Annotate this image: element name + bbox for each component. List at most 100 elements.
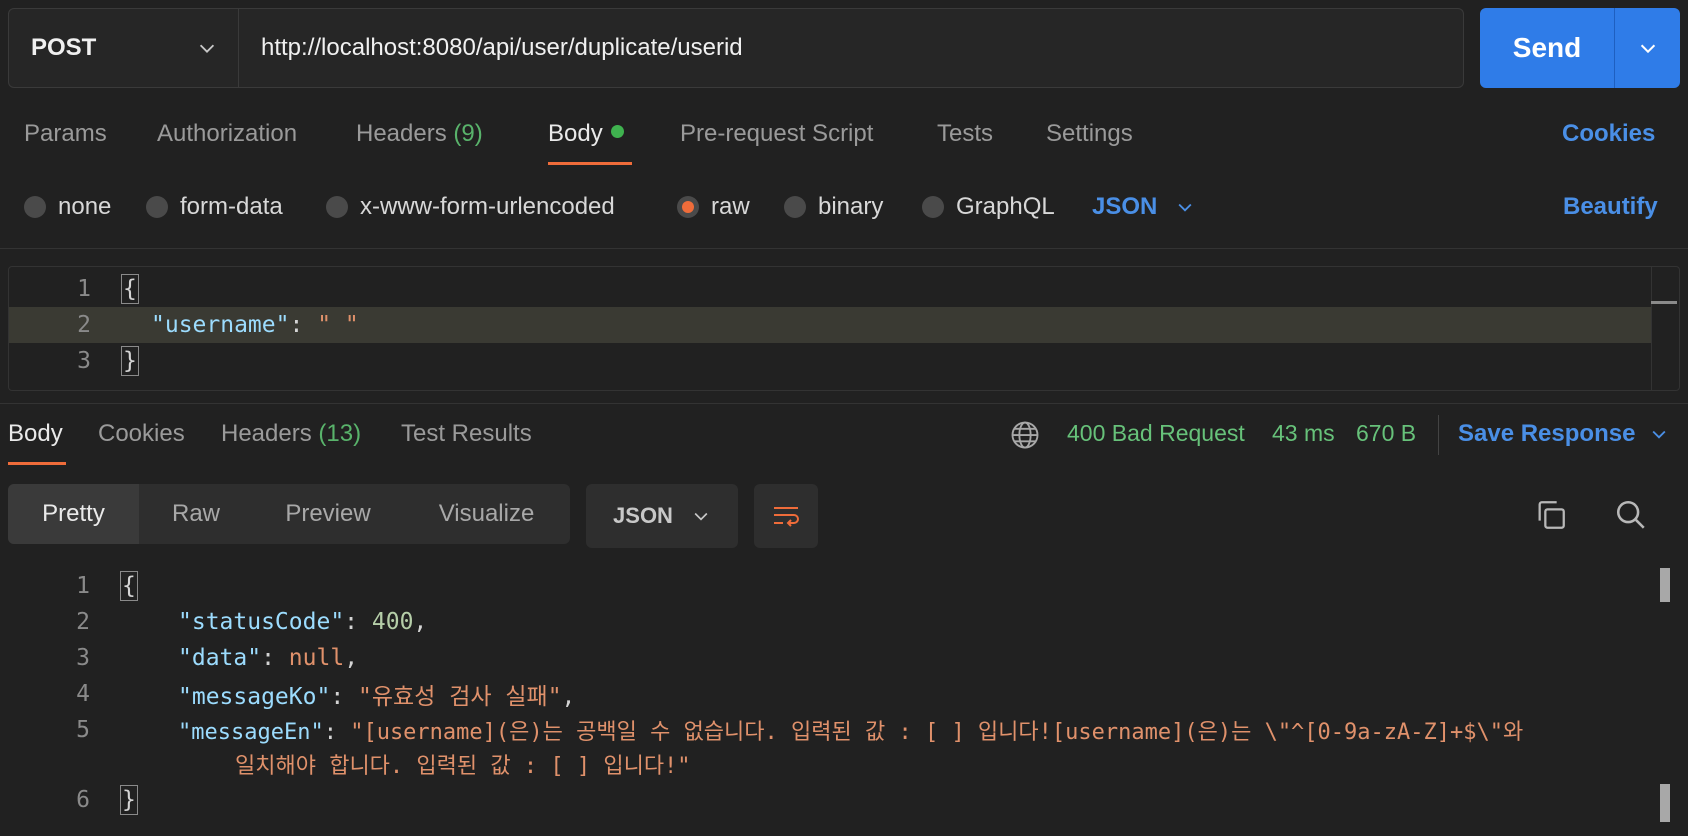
save-response-button[interactable]: Save Response [1458, 420, 1669, 448]
resp-tab-body[interactable]: Body [8, 420, 63, 448]
tab-headers-label: Headers [356, 120, 447, 147]
tab-authorization[interactable]: Authorization [157, 120, 297, 148]
json-value: 일치해야 합니다. 입력된 값 : [ ] 입니다!" [235, 754, 691, 779]
chevron-down-icon [694, 512, 708, 521]
response-format-select[interactable]: JSON [586, 484, 738, 548]
send-button-group: Send [1480, 8, 1680, 88]
json-value: "유효성 검사 실패" [358, 684, 562, 710]
view-preview-button[interactable]: Preview [253, 484, 403, 544]
status-badge[interactable]: 400 Bad Request [1067, 420, 1245, 447]
globe-icon[interactable] [1010, 420, 1040, 450]
copy-icon[interactable] [1534, 498, 1568, 532]
line-number: 6 [76, 787, 90, 813]
chevron-down-icon [1640, 44, 1655, 54]
radio-raw[interactable]: raw [677, 193, 750, 221]
resp-tab-test-results[interactable]: Test Results [401, 420, 532, 448]
resp-tab-headers-label: Headers [221, 420, 312, 447]
radio-label: none [58, 193, 112, 220]
tab-headers-count: (9) [453, 120, 483, 147]
tab-headers[interactable]: Headers (9) [356, 120, 483, 148]
divider [0, 403, 1688, 404]
search-icon[interactable] [1614, 498, 1648, 532]
json-value: " " [317, 312, 359, 338]
json-value: null [288, 645, 345, 671]
radio-label: GraphQL [956, 193, 1055, 220]
editor-scrollbar[interactable] [1651, 267, 1679, 390]
json-key: "statusCode" [178, 609, 345, 635]
active-tab-underline [548, 162, 632, 165]
radio-circle [784, 196, 806, 218]
resp-tab-cookies[interactable]: Cookies [98, 420, 185, 448]
radio-circle-selected [677, 196, 699, 218]
radio-form-data[interactable]: form-data [146, 193, 283, 221]
view-pretty-button[interactable]: Pretty [8, 484, 139, 544]
scroll-thumb[interactable] [1660, 568, 1670, 602]
code-text: "messageKo": "유효성 검사 실패", [178, 684, 576, 710]
send-options-button[interactable] [1615, 8, 1680, 88]
body-format-label: JSON [1092, 193, 1158, 220]
request-bar: POST http://localhost:8080/api/user/dupl… [8, 8, 1464, 88]
scroll-thumb[interactable] [1660, 784, 1670, 822]
radio-graphql[interactable]: GraphQL [922, 193, 1055, 221]
radio-label: form-data [180, 193, 283, 220]
wrap-lines-icon [774, 507, 799, 527]
body-format-select[interactable]: JSON [1092, 193, 1195, 221]
view-raw-button[interactable]: Raw [139, 484, 253, 544]
request-tabs: Params Authorization Headers (9) Body Pr… [0, 105, 1688, 165]
line-number: 3 [77, 348, 91, 374]
method-select[interactable]: POST [9, 9, 239, 87]
response-size[interactable]: 670 B [1356, 420, 1416, 447]
json-key: "messageEn" [178, 720, 324, 745]
tab-params[interactable]: Params [24, 120, 107, 148]
code-line: 2 "statusCode": 400, [8, 604, 1680, 640]
view-visualize-button[interactable]: Visualize [403, 484, 570, 544]
json-key: "username" [151, 312, 290, 338]
beautify-link[interactable]: Beautify [1563, 193, 1658, 221]
code-line-active: 2 "username": " " [9, 307, 1651, 343]
divider [1438, 415, 1439, 455]
response-view-toggle: Pretty Raw Preview Visualize [8, 484, 570, 544]
radio-none[interactable]: none [24, 193, 111, 221]
tab-tests[interactable]: Tests [937, 120, 993, 148]
code-line: 1 { [8, 568, 1680, 604]
radio-binary[interactable]: binary [784, 193, 883, 221]
line-number: 1 [76, 573, 90, 599]
code-text: "username": " " [151, 312, 359, 338]
tab-body[interactable]: Body [548, 120, 624, 148]
json-value: 400 [371, 609, 414, 635]
code-line: 5 "messageEn": "[username](은)는 공백일 수 없습니… [8, 712, 1680, 748]
chevron-down-icon [1178, 203, 1192, 212]
resp-tab-headers[interactable]: Headers (13) [221, 420, 361, 448]
request-body-editor[interactable]: 1 { 2 "username": " " 3 } [8, 266, 1680, 391]
response-tabs: Body Cookies Headers (13) Test Results 4… [0, 405, 1688, 465]
url-text: http://localhost:8080/api/user/duplicate… [261, 34, 743, 61]
tab-settings[interactable]: Settings [1046, 120, 1133, 148]
code-line: 4 "messageKo": "유효성 검사 실패", [8, 676, 1680, 712]
code-line: 6 } [8, 782, 1680, 818]
body-indicator-dot [610, 125, 624, 138]
radio-urlencoded[interactable]: x-www-form-urlencoded [326, 193, 615, 221]
radio-circle [922, 196, 944, 218]
tab-pre-request-script[interactable]: Pre-request Script [680, 120, 873, 148]
line-number: 5 [76, 717, 90, 743]
code-text: "data": null, [178, 645, 359, 671]
response-time[interactable]: 43 ms [1272, 420, 1335, 447]
send-button[interactable]: Send [1480, 8, 1615, 88]
cookies-link[interactable]: Cookies [1562, 120, 1655, 148]
method-label: POST [31, 34, 97, 61]
chevron-down-icon [199, 44, 215, 53]
code-text: 일치해야 합니다. 입력된 값 : [ ] 입니다!" [235, 748, 691, 780]
response-format-label: JSON [613, 503, 673, 528]
wrap-lines-button[interactable] [754, 484, 818, 548]
tab-body-label: Body [548, 120, 603, 147]
url-input[interactable]: http://localhost:8080/api/user/duplicate… [239, 9, 1463, 87]
chevron-down-icon [1652, 430, 1666, 439]
code-line: 1 { [9, 271, 1679, 307]
scroll-thumb[interactable] [1651, 301, 1677, 304]
line-number: 4 [76, 681, 90, 707]
save-response-label: Save Response [1458, 420, 1636, 447]
code-text: } [121, 346, 139, 376]
response-body-viewer[interactable]: 1 { 2 "statusCode": 400, 3 "data": null,… [8, 568, 1680, 836]
code-line-wrapped: 일치해야 합니다. 입력된 값 : [ ] 입니다!" [8, 746, 1680, 782]
line-number: 2 [77, 312, 91, 338]
